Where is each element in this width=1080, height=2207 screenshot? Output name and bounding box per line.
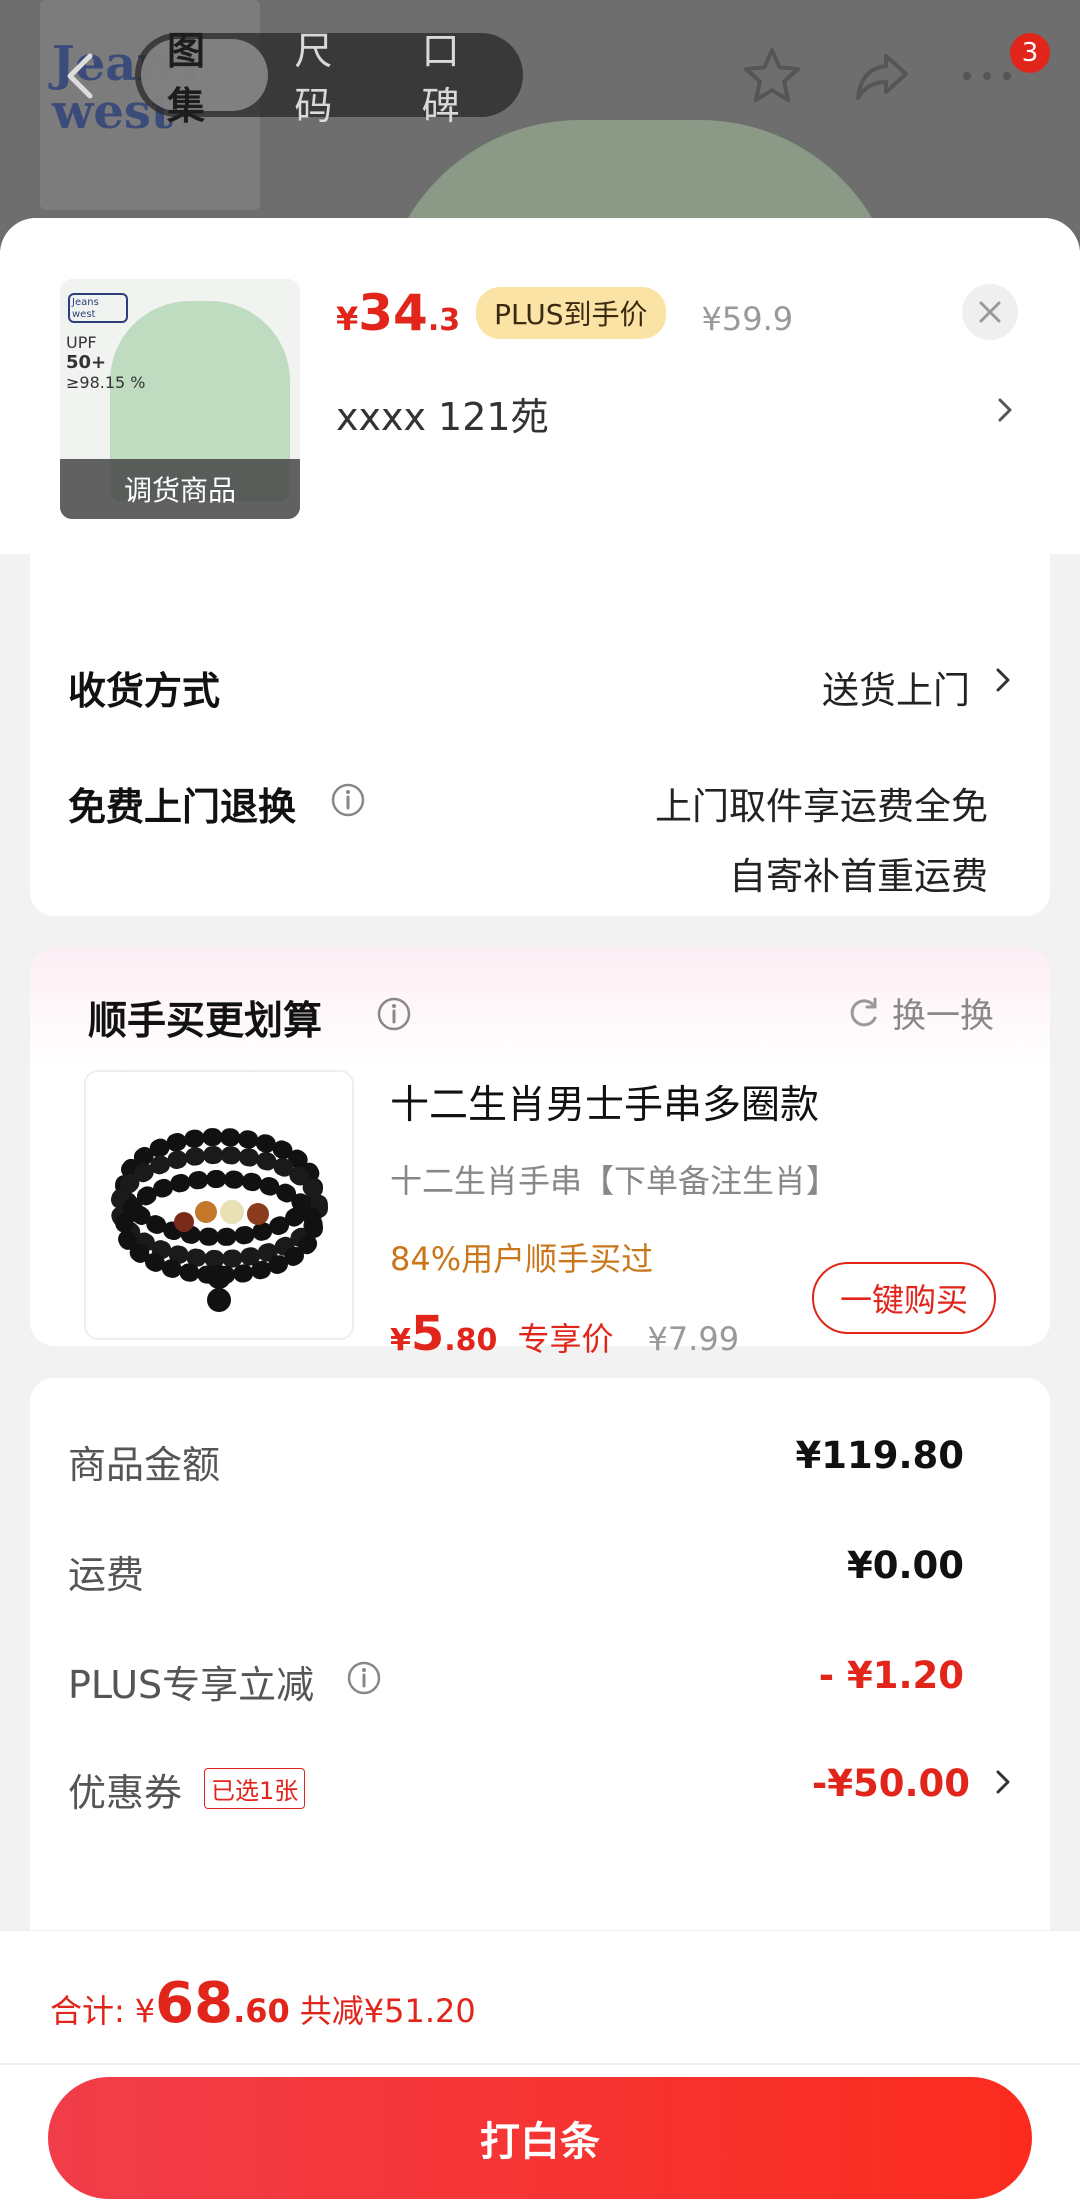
addon-price-tag: 专享价 <box>517 1320 614 1358</box>
addon-title: 顺手买更划算 <box>88 999 323 1044</box>
addon-original-price: ¥7.99 <box>647 1320 740 1358</box>
total-saved: 共减¥51.20 <box>299 1992 476 2030</box>
info-icon[interactable] <box>376 996 412 1032</box>
delivery-card: 收货方式 送货上门 免费上门退换 上门取件享运费全免 自寄补首重运费 <box>30 536 1050 916</box>
chevron-right-icon[interactable] <box>990 390 1020 430</box>
tab-size[interactable]: 尺码 <box>268 29 395 128</box>
cart-count-badge: 3 <box>1010 33 1050 73</box>
share-icon[interactable] <box>850 44 914 108</box>
product-thumbnail[interactable]: Jeans west UPF 50+ ≥98.15 % 调货商品 <box>60 279 300 519</box>
coupon-value[interactable]: -¥50.00 <box>812 1762 970 1805</box>
plus-price-tag: PLUS到手价 <box>476 287 666 339</box>
delivery-method-label: 收货方式 <box>68 669 221 713</box>
price-integer: 34 <box>358 284 428 342</box>
bracelet-picture <box>110 1128 328 1312</box>
coupon-label: 优惠券 <box>68 1771 183 1815</box>
delivery-address[interactable]: xxxx 121苑 <box>336 386 549 441</box>
delivery-method-value[interactable]: 送货上门 <box>822 660 970 714</box>
order-sheet: Jeans west UPF 50+ ≥98.15 % 调货商品 ¥ 34 .3… <box>0 218 1080 2207</box>
price-decimal: .3 <box>427 303 461 338</box>
total-row: 合计: ¥ 68 .60 共减¥51.20 <box>50 1971 476 2036</box>
addon-product-subtitle: 十二生肖手串【下单备注生肖】 <box>390 1162 839 1200</box>
close-icon <box>979 301 1001 323</box>
chevron-right-icon[interactable] <box>990 660 1016 700</box>
total-integer: 68 <box>155 1971 234 2036</box>
addon-price-decimal: .80 <box>444 1323 498 1358</box>
total-currency: ¥ <box>134 1992 156 2030</box>
refresh-label: 换一换 <box>892 996 994 1036</box>
star-icon[interactable] <box>740 44 804 108</box>
tab-reviews[interactable]: 口碑 <box>396 29 523 128</box>
addon-bought-percent: 84%用户顺手买过 <box>390 1240 654 1278</box>
divider <box>0 2063 1080 2065</box>
original-price: ¥59.9 <box>701 300 794 338</box>
chevron-right-icon[interactable] <box>990 1762 1016 1802</box>
thumb-spec-line: 50+ <box>66 352 107 373</box>
info-icon[interactable] <box>346 1660 382 1696</box>
addon-price-integer: 5 <box>410 1306 445 1362</box>
thumb-spec-line: UPF <box>66 333 97 352</box>
info-icon[interactable] <box>330 782 366 818</box>
refresh-icon <box>850 997 877 1026</box>
price-row: ¥ 34 .3 PLUS到手价 ¥59.9 <box>336 284 793 342</box>
close-button[interactable] <box>962 284 1018 340</box>
one-click-buy-button[interactable]: 一键购买 <box>812 1262 996 1334</box>
goods-amount-label: 商品金额 <box>68 1443 221 1487</box>
back-icon[interactable] <box>52 46 112 106</box>
addon-price-currency: ¥ <box>390 1323 411 1358</box>
bracelet-image[interactable] <box>84 1070 354 1340</box>
plus-discount-label: PLUS专享立减 <box>68 1663 315 1707</box>
transfer-goods-label: 调货商品 <box>60 459 300 519</box>
tab-gallery[interactable]: 图集 <box>141 29 269 128</box>
plus-discount-value: - ¥1.20 <box>818 1654 964 1697</box>
total-decimal: .60 <box>233 1992 290 2030</box>
goods-amount-value: ¥119.80 <box>795 1434 964 1477</box>
addon-price-row: ¥ 5 .80 专享价 ¥7.99 <box>390 1306 739 1362</box>
free-return-value-1: 上门取件享运费全免 <box>655 785 988 828</box>
thumb-spec: UPF 50+ ≥98.15 % <box>66 333 146 393</box>
refresh-button[interactable]: 换一换 <box>844 988 994 1037</box>
thumb-spec-line: ≥98.15 % <box>66 373 146 392</box>
addon-product-name[interactable]: 十二生肖男士手串多圈款 <box>390 1074 819 1130</box>
price-currency: ¥ <box>336 300 359 338</box>
free-return-label: 免费上门退换 <box>68 785 297 829</box>
checkout-bar: 合计: ¥ 68 .60 共减¥51.20 打白条 <box>0 1930 1080 2207</box>
coupon-selected-tag: 已选1张 <box>204 1768 306 1809</box>
shipping-value: ¥0.00 <box>846 1544 964 1587</box>
thumb-logo: Jeans west <box>68 293 128 323</box>
pay-baitiao-button[interactable]: 打白条 <box>48 2077 1032 2199</box>
gallery-tab-bar: 图集 尺码 口碑 <box>135 29 523 128</box>
addon-card: 顺手买更划算 换一换 十二生肖男士手串多圈款 十二生肖手串【下单备注生肖】 84… <box>30 948 1050 1362</box>
sheet-header: Jeans west UPF 50+ ≥98.15 % 调货商品 ¥ 34 .3… <box>0 218 1080 554</box>
total-label: 合计: <box>50 1992 125 2030</box>
free-return-value-2: 自寄补首重运费 <box>729 855 988 898</box>
shipping-label: 运费 <box>68 1553 145 1597</box>
